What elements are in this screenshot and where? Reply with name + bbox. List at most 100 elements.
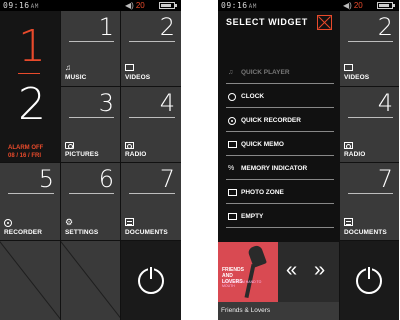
tile-number: 5 [38,165,54,193]
gear-icon: ⚙ [65,217,74,227]
status-time-value: 09:16 [221,1,248,10]
status-time-value: 09:16 [3,1,30,10]
widget-select-screen: 09:16AM ◀) 20 SELECT WIDGET ♫ QUICK PLAYE… [218,0,399,320]
widget-item-quick-recorder[interactable]: QUICK RECORDER [226,111,334,132]
quick-player-widget: FRIENDS AND LOVERS LIVING FROM HAND TO M… [218,242,339,320]
status-ampm: AM [30,3,39,10]
tile-documents[interactable]: 7 DOCUMENTS [121,163,181,240]
widget-item-photo-zone[interactable]: PHOTO ZONE [226,183,334,204]
tile-label: RADIO [125,151,147,158]
tile-rule [69,193,114,194]
rewind-icon[interactable]: « [286,260,297,280]
tile-number: 2 [377,13,393,41]
radio-icon [344,142,353,149]
tile-rule [69,41,114,42]
tile-rule [129,41,175,42]
power-tile[interactable] [121,241,181,320]
tile-label: VIDEOS [125,74,151,81]
tile-pictures[interactable]: 3 PICTURES [61,87,120,162]
widget-item-label: MEMORY INDICATOR [241,165,308,172]
music-icon: ♫ [228,69,234,76]
alarm-date: 08 / 16 / FRI [8,153,42,159]
tile-radio[interactable]: 4 RADIO [121,87,181,162]
tile-recorder[interactable]: 5 RECORDER [0,163,60,240]
volume-value: 20 [135,1,145,10]
video-icon [125,64,134,71]
clock-widget[interactable]: 1 2 ALARM OFF 08 / 16 / FRI [0,11,60,162]
empty-icon [228,213,237,220]
alarm-status: ALARM OFF [8,145,44,151]
widget-item-label: CLOCK [241,93,265,100]
tile-music[interactable]: 1 ♫ MUSIC [61,11,120,86]
tile-documents[interactable]: 7 DOCUMENTS [340,163,399,240]
widget-item-memory-indicator[interactable]: % MEMORY INDICATOR [226,159,334,180]
empty-slot[interactable] [0,241,60,320]
tile-number: 6 [98,165,114,193]
album-art[interactable]: FRIENDS AND LOVERS LIVING FROM HAND TO M… [218,242,278,302]
forward-icon[interactable]: » [314,260,325,280]
tile-label: RECORDER [4,229,42,236]
tile-number: 4 [159,89,175,117]
tile-number: 7 [159,165,175,193]
tile-radio[interactable]: 4 RADIO [340,87,399,162]
music-icon: ♫ [65,63,71,72]
tile-rule [348,41,393,42]
widget-item-label: EMPTY [241,213,264,220]
power-icon[interactable] [138,266,164,294]
widget-item-clock[interactable]: CLOCK [226,87,334,108]
tile-rule [8,193,54,194]
camera-icon [65,142,74,149]
tile-rule [129,193,175,194]
song-title: Friends & Lovers [218,302,339,320]
widget-item-label: QUICK MEMO [241,141,284,148]
clock-icon [228,93,236,101]
album-art-mic [247,244,267,268]
status-bar: 09:16AM ◀) 20 [218,0,399,11]
camera-icon [228,189,237,196]
tile-number: 3 [98,89,114,117]
tile-rule [348,117,393,118]
clock-divider [18,73,40,74]
radio-icon [125,142,134,149]
volume-indicator: ◀) 20 [343,0,363,11]
empty-slot[interactable] [61,241,120,320]
close-icon[interactable] [317,15,332,30]
speaker-icon: ◀) [125,1,134,10]
tile-label: DOCUMENTS [125,229,168,236]
video-icon [344,64,353,71]
tile-label: VIDEOS [344,74,370,81]
power-tile[interactable] [340,241,399,320]
tile-videos[interactable]: 2 VIDEOS [340,11,399,86]
battery-icon [159,2,177,9]
widget-item-quick-player[interactable]: ♫ QUICK PLAYER [226,63,334,84]
percent-icon: % [228,165,235,172]
status-ampm: AM [248,3,257,10]
panel-title: SELECT WIDGET [226,17,308,27]
empty-slot-diagonal [0,241,60,320]
record-icon [4,219,12,227]
clock-minute: 2 [18,79,46,130]
tile-label: RADIO [344,151,366,158]
home-screen: 09:16AM ◀) 20 1 2 ALARM OFF 08 / 16 / FRI… [0,0,181,320]
tile-number: 7 [377,165,393,193]
widget-item-label: QUICK RECORDER [241,117,301,124]
tile-settings[interactable]: 6 ⚙ SETTINGS [61,163,120,240]
tile-number: 4 [377,89,393,117]
tile-rule [69,117,114,118]
tile-label: MUSIC [65,74,87,81]
empty-slot-diagonal [61,241,120,320]
tile-rule [348,193,393,194]
status-bar: 09:16AM ◀) 20 [0,0,181,11]
select-widget-panel: SELECT WIDGET ♫ QUICK PLAYER CLOCK QUICK… [218,11,339,242]
tile-label: DOCUMENTS [344,229,387,236]
document-icon [344,218,353,226]
widget-item-empty[interactable]: EMPTY [226,207,334,228]
record-icon [228,117,236,125]
tile-number: 2 [159,13,175,41]
tile-rule [129,117,175,118]
tile-number: 1 [98,13,114,41]
tile-videos[interactable]: 2 VIDEOS [121,11,181,86]
power-icon[interactable] [356,266,382,294]
widget-item-quick-memo[interactable]: QUICK MEMO [226,135,334,156]
tile-label: SETTINGS [65,229,99,236]
